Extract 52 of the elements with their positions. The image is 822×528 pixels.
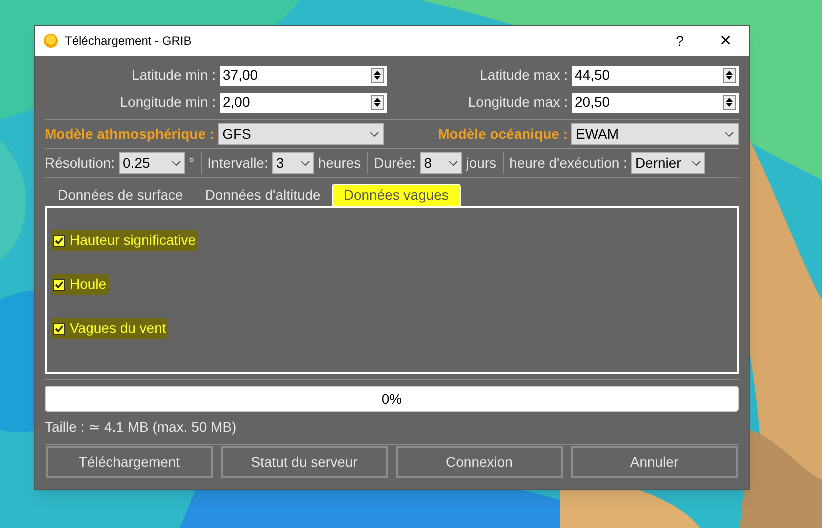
size-info: Taille : ≃ 4.1 MB (max. 50 MB) (45, 418, 238, 437)
checkbox[interactable] (53, 234, 65, 246)
tab[interactable]: Données de surface (47, 184, 194, 206)
field-label: Latitude min : (132, 66, 216, 85)
close-button[interactable]: × (703, 26, 749, 56)
checkbox-row[interactable]: Hauteur significative (51, 230, 198, 251)
field-label: Longitude max : (468, 93, 568, 112)
option-dropdown[interactable]: 8 (420, 152, 462, 174)
tab[interactable]: Données vagues (332, 184, 461, 206)
caret-icon (725, 132, 734, 136)
option-dropdown[interactable]: 3 (272, 152, 314, 174)
checkbox-row[interactable]: Vagues du vent (51, 318, 168, 339)
option-dropdown[interactable]: 0.25 (119, 152, 186, 174)
number-field[interactable]: 20,50 (572, 92, 739, 112)
window-title: Téléchargement - GRIB (65, 33, 192, 50)
number-field[interactable]: 37,00 (220, 66, 387, 86)
dialog-button[interactable]: Statut du serveur (221, 446, 388, 478)
checkbox[interactable] (53, 322, 65, 334)
checkbox-row[interactable]: Houle (51, 274, 109, 295)
number-field[interactable]: 2,00 (220, 92, 387, 112)
unit-label: heures (318, 154, 362, 172)
model-dropdown[interactable]: EWAM (571, 123, 739, 145)
spinner-icon[interactable] (723, 95, 736, 110)
spinner-icon[interactable] (371, 68, 384, 83)
caret-icon (449, 160, 458, 166)
model-label: Modèle athmosphérique : (45, 124, 215, 144)
caret-icon (370, 132, 379, 136)
unit-label: ° (189, 154, 195, 172)
spinner-icon[interactable] (723, 68, 736, 83)
unit-label: jours (466, 154, 497, 173)
progress-text: 0% (382, 390, 402, 408)
dialog-button[interactable]: Connexion (396, 446, 563, 478)
dialog-button[interactable]: Annuler (571, 446, 738, 478)
caret-icon (692, 160, 702, 166)
dialog-button[interactable]: Téléchargement (46, 446, 213, 478)
field-label: Latitude max : (480, 66, 568, 85)
spinner-icon[interactable] (371, 95, 384, 110)
option-dropdown[interactable]: Dernier (631, 152, 706, 174)
caret-icon (301, 160, 310, 166)
field-label: Longitude min : (120, 93, 216, 112)
number-field[interactable]: 44,50 (572, 66, 739, 86)
tab[interactable]: Données d'altitude (194, 184, 332, 206)
sun-icon (43, 33, 59, 49)
model-label: Modèle océanique : (438, 124, 568, 144)
option-label: Résolution: (45, 154, 116, 172)
option-label: heure d'exécution : (510, 154, 628, 172)
option-label: Intervalle: (208, 154, 268, 172)
option-label: Durée: (374, 154, 416, 172)
help-button[interactable]: ? (657, 26, 703, 56)
checkbox[interactable] (53, 278, 65, 290)
caret-icon (172, 160, 182, 166)
model-dropdown[interactable]: GFS (218, 123, 384, 145)
